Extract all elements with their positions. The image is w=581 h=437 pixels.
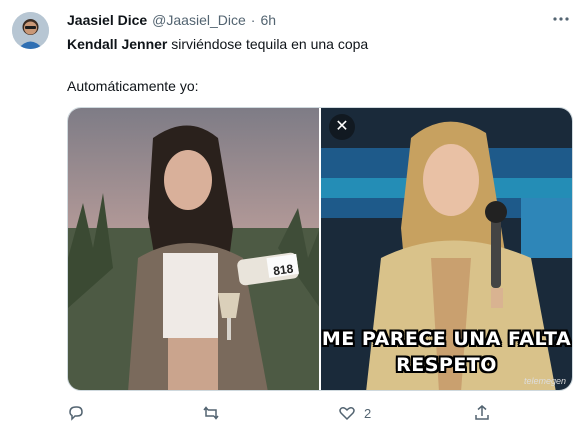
retweet-icon <box>203 406 219 420</box>
tweet-text: Kendall Jenner sirviéndose tequila en un… <box>67 36 368 52</box>
media-image-right[interactable]: ✕ ME PARECE UNA FALTA RESPETO telemegen <box>321 108 572 390</box>
tweet-text-line2: Automáticamente yo: <box>67 78 199 94</box>
reply-icon <box>69 406 83 421</box>
tweet-actions: 2 <box>67 400 507 426</box>
media-grid: 818 ✕ ME PARECE UNA FALTA RESPETO teleme… <box>67 107 573 391</box>
like-button[interactable]: 2 <box>338 400 371 426</box>
share-icon <box>475 405 489 420</box>
media-image-left[interactable]: 818 <box>68 108 319 390</box>
reply-button[interactable] <box>67 400 93 426</box>
meme-caption-line2: RESPETO <box>396 354 497 376</box>
meme-caption-line1: ME PARECE UNA FALTA <box>321 328 572 350</box>
avatar[interactable] <box>12 12 49 49</box>
display-name[interactable]: Jaasiel Dice <box>67 12 147 28</box>
retweet-button[interactable] <box>202 400 228 426</box>
close-icon[interactable]: ✕ <box>329 114 355 140</box>
timestamp[interactable]: 6h <box>260 12 276 28</box>
meme-watermark: telemegen <box>523 376 566 386</box>
tweet-header: Jaasiel Dice @Jaasiel_Dice · 6h <box>67 12 276 32</box>
avatar-image <box>12 12 49 49</box>
woman-pouring-tequila-image: 818 <box>68 108 319 390</box>
handle[interactable]: @Jaasiel_Dice <box>152 12 246 28</box>
tweet-text-rest: sirviéndose tequila en una copa <box>167 36 369 52</box>
like-count: 2 <box>364 405 372 421</box>
share-button[interactable] <box>473 400 499 426</box>
separator-dot: · <box>250 12 256 28</box>
more-icon[interactable] <box>550 10 572 30</box>
bottle-label: 818 <box>272 262 294 279</box>
tweet-text-bold: Kendall Jenner <box>67 36 168 52</box>
like-icon <box>339 407 355 421</box>
